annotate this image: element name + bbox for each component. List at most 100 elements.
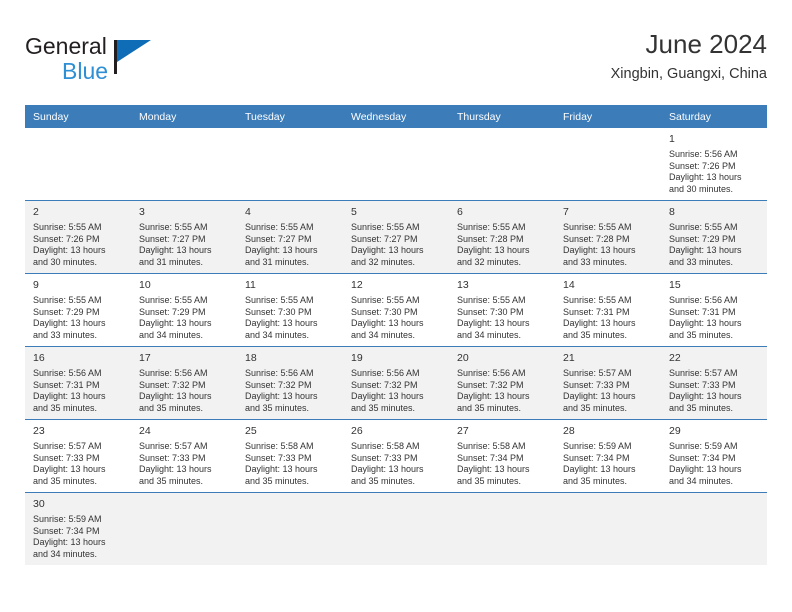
day-number: 27: [457, 425, 469, 437]
calendar-day-cell[interactable]: 20 Sunrise: 5:56 AM Sunset: 7:32 PM Dayligh…: [449, 346, 555, 420]
calendar-day-cell[interactable]: 7 Sunrise: 5:55 AM Sunset: 7:28 PM Daylight…: [555, 200, 661, 274]
calendar-empty-cell: [449, 492, 555, 565]
day-number: 12: [351, 279, 363, 291]
calendar-day-cell[interactable]: 23 Sunrise: 5:57 AM Sunset: 7:33 PM Dayligh…: [25, 419, 131, 493]
calendar-cell-content: 4 Sunrise: 5:55 AM Sunset: 7:27 PM Daylight…: [237, 201, 343, 272]
daylight-text-line2: and 31 minutes.: [245, 256, 310, 267]
daylight-text-line1: Daylight: 13 hours: [351, 245, 424, 256]
calendar-day-cell[interactable]: 5 Sunrise: 5:55 AM Sunset: 7:27 PM Daylight…: [343, 200, 449, 274]
calendar-day-cell[interactable]: 24 Sunrise: 5:57 AM Sunset: 7:33 PM Dayligh…: [131, 419, 237, 493]
daylight-text-line2: and 35 minutes.: [669, 402, 734, 413]
sunrise-text: Sunrise: 5:58 AM: [245, 441, 314, 451]
day-sun-info: Sunrise: 5:55 AM Sunset: 7:30 PM Daylight:…: [245, 295, 336, 341]
sunset-text: Sunset: 7:29 PM: [669, 233, 736, 244]
daylight-text-line2: and 35 minutes.: [245, 475, 310, 486]
page-title: June 2024: [645, 29, 767, 59]
calendar-day-cell[interactable]: 30 Sunrise: 5:59 AM Sunset: 7:34 PM Dayligh…: [25, 492, 131, 565]
calendar-cell-content: 13 Sunrise: 5:55 AM Sunset: 7:30 PM Dayligh…: [449, 274, 555, 345]
calendar-day-cell[interactable]: 18 Sunrise: 5:56 AM Sunset: 7:32 PM Dayligh…: [237, 346, 343, 420]
day-number: 28: [563, 425, 575, 437]
calendar-day-cell[interactable]: 21 Sunrise: 5:57 AM Sunset: 7:33 PM Dayligh…: [555, 346, 661, 420]
calendar-day-cell[interactable]: 29 Sunrise: 5:59 AM Sunset: 7:34 PM Dayligh…: [661, 419, 767, 493]
calendar-day-cell[interactable]: 1 Sunrise: 5:56 AM Sunset: 7:26 PM Daylight…: [661, 128, 767, 201]
day-sun-info: Sunrise: 5:55 AM Sunset: 7:26 PM Daylight:…: [33, 222, 124, 268]
daylight-text-line1: Daylight: 13 hours: [351, 318, 424, 329]
daylight-text-line1: Daylight: 13 hours: [669, 464, 742, 475]
calendar-empty-cell: [555, 128, 661, 201]
title-block: June 2024 Xingbin, Guangxi, China: [611, 28, 767, 85]
daylight-text-line1: Daylight: 13 hours: [351, 391, 424, 402]
daylight-text-line1: Daylight: 13 hours: [245, 318, 318, 329]
sunset-text: Sunset: 7:34 PM: [669, 452, 736, 463]
calendar-day-cell[interactable]: 16 Sunrise: 5:56 AM Sunset: 7:31 PM Dayligh…: [25, 346, 131, 420]
calendar-day-cell[interactable]: 25 Sunrise: 5:58 AM Sunset: 7:33 PM Dayligh…: [237, 419, 343, 493]
calendar-day-cell[interactable]: 10 Sunrise: 5:55 AM Sunset: 7:29 PM Dayligh…: [131, 273, 237, 347]
sunrise-text: Sunrise: 5:57 AM: [669, 368, 738, 378]
calendar-day-cell[interactable]: 15 Sunrise: 5:56 AM Sunset: 7:31 PM Dayligh…: [661, 273, 767, 347]
daylight-text-line2: and 35 minutes.: [33, 402, 98, 413]
calendar-day-cell[interactable]: 27 Sunrise: 5:58 AM Sunset: 7:34 PM Dayligh…: [449, 419, 555, 493]
daylight-text-line2: and 33 minutes.: [33, 329, 98, 340]
general-blue-logo[interactable]: General Blue: [25, 28, 155, 90]
logo-text-blue: Blue: [62, 58, 109, 84]
calendar-cell-content: 18 Sunrise: 5:56 AM Sunset: 7:32 PM Dayligh…: [237, 347, 343, 418]
calendar-cell-content: [555, 493, 661, 502]
sunset-text: Sunset: 7:33 PM: [33, 452, 100, 463]
calendar-week-row: 30 Sunrise: 5:59 AM Sunset: 7:34 PM Dayligh…: [25, 492, 767, 565]
calendar-day-cell[interactable]: 13 Sunrise: 5:55 AM Sunset: 7:30 PM Dayligh…: [449, 273, 555, 347]
daylight-text-line1: Daylight: 13 hours: [33, 391, 106, 402]
daylight-text-line2: and 35 minutes.: [457, 475, 522, 486]
daylight-text-line2: and 34 minutes.: [351, 329, 416, 340]
calendar-day-cell[interactable]: 11 Sunrise: 5:55 AM Sunset: 7:30 PM Dayligh…: [237, 273, 343, 347]
day-number: 1: [669, 133, 675, 145]
daylight-text-line1: Daylight: 13 hours: [669, 245, 742, 256]
calendar-day-cell[interactable]: 12 Sunrise: 5:55 AM Sunset: 7:30 PM Dayligh…: [343, 273, 449, 347]
daylight-text-line1: Daylight: 13 hours: [245, 464, 318, 475]
day-number: 25: [245, 425, 257, 437]
sunrise-text: Sunrise: 5:57 AM: [563, 368, 632, 378]
calendar-cell-content: [555, 128, 661, 137]
calendar-day-cell[interactable]: 2 Sunrise: 5:55 AM Sunset: 7:26 PM Daylight…: [25, 200, 131, 274]
day-number: 22: [669, 352, 681, 364]
day-number: 14: [563, 279, 575, 291]
calendar-day-cell[interactable]: 6 Sunrise: 5:55 AM Sunset: 7:28 PM Daylight…: [449, 200, 555, 274]
daylight-text-line2: and 35 minutes.: [33, 475, 98, 486]
calendar-day-cell[interactable]: 8 Sunrise: 5:55 AM Sunset: 7:29 PM Daylight…: [661, 200, 767, 274]
day-sun-info: Sunrise: 5:57 AM Sunset: 7:33 PM Daylight:…: [139, 441, 230, 487]
calendar-day-cell[interactable]: 3 Sunrise: 5:55 AM Sunset: 7:27 PM Daylight…: [131, 200, 237, 274]
weekday-header-monday: Monday: [131, 105, 237, 128]
day-number: 11: [245, 279, 256, 291]
day-sun-info: Sunrise: 5:56 AM Sunset: 7:31 PM Daylight:…: [669, 295, 760, 341]
day-number: 29: [669, 425, 681, 437]
daylight-text-line2: and 35 minutes.: [139, 402, 204, 413]
calendar-empty-cell: [661, 492, 767, 565]
calendar-cell-content: 27 Sunrise: 5:58 AM Sunset: 7:34 PM Dayligh…: [449, 420, 555, 491]
calendar-day-cell[interactable]: 14 Sunrise: 5:55 AM Sunset: 7:31 PM Dayligh…: [555, 273, 661, 347]
calendar-day-cell[interactable]: 28 Sunrise: 5:59 AM Sunset: 7:34 PM Dayligh…: [555, 419, 661, 493]
sunrise-text: Sunrise: 5:56 AM: [457, 368, 526, 378]
calendar-day-cell[interactable]: 4 Sunrise: 5:55 AM Sunset: 7:27 PM Daylight…: [237, 200, 343, 274]
calendar-day-cell[interactable]: 22 Sunrise: 5:57 AM Sunset: 7:33 PM Dayligh…: [661, 346, 767, 420]
weekday-header-tuesday: Tuesday: [237, 105, 343, 128]
calendar-day-cell[interactable]: 26 Sunrise: 5:58 AM Sunset: 7:33 PM Dayligh…: [343, 419, 449, 493]
daylight-text-line2: and 30 minutes.: [669, 183, 734, 194]
weekday-header-friday: Friday: [555, 105, 661, 128]
calendar-day-cell[interactable]: 19 Sunrise: 5:56 AM Sunset: 7:32 PM Dayligh…: [343, 346, 449, 420]
sunset-text: Sunset: 7:26 PM: [33, 233, 100, 244]
day-number: 17: [139, 352, 151, 364]
calendar-week-row: 1 Sunrise: 5:56 AM Sunset: 7:26 PM Daylight…: [25, 128, 767, 201]
calendar-cell-content: [25, 128, 131, 137]
calendar-cell-content: 23 Sunrise: 5:57 AM Sunset: 7:33 PM Dayligh…: [25, 420, 131, 491]
calendar-cell-content: [661, 493, 767, 502]
calendar-cell-content: 24 Sunrise: 5:57 AM Sunset: 7:33 PM Dayligh…: [131, 420, 237, 491]
daylight-text-line1: Daylight: 13 hours: [457, 245, 530, 256]
day-sun-info: Sunrise: 5:56 AM Sunset: 7:32 PM Daylight:…: [351, 368, 442, 414]
day-number: 15: [669, 279, 681, 291]
calendar-day-cell[interactable]: 17 Sunrise: 5:56 AM Sunset: 7:32 PM Dayligh…: [131, 346, 237, 420]
calendar-day-cell[interactable]: 9 Sunrise: 5:55 AM Sunset: 7:29 PM Daylight…: [25, 273, 131, 347]
day-sun-info: Sunrise: 5:58 AM Sunset: 7:34 PM Daylight:…: [457, 441, 548, 487]
day-number: 26: [351, 425, 363, 437]
sunrise-text: Sunrise: 5:56 AM: [139, 368, 208, 378]
sunset-text: Sunset: 7:33 PM: [139, 452, 206, 463]
calendar-cell-content: [237, 128, 343, 137]
